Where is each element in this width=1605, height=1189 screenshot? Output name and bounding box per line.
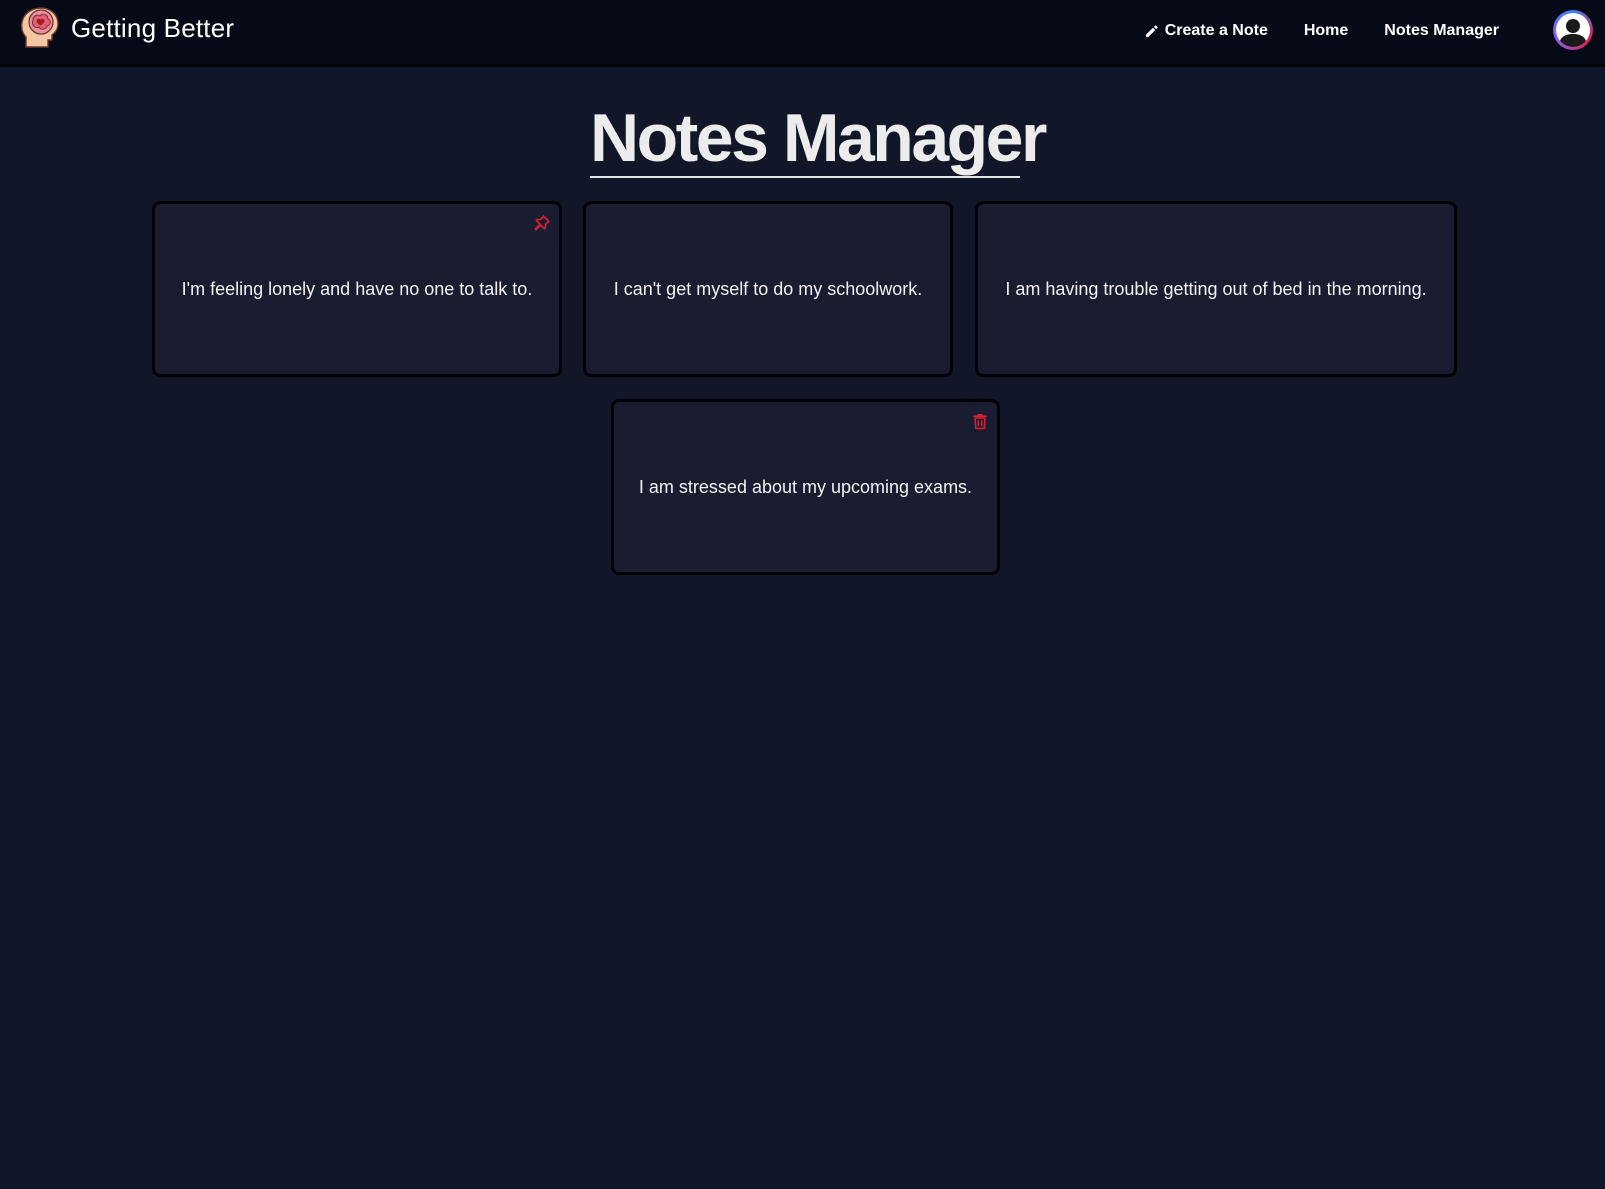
- note-text: I am having trouble getting out of bed i…: [1005, 279, 1427, 299]
- note-text: I'm feeling lonely and have no one to ta…: [181, 279, 533, 299]
- note-card[interactable]: I can't get myself to do my schoolwork.: [583, 201, 953, 377]
- nav-notes-manager-label: Notes Manager: [1384, 22, 1499, 39]
- title-underline: [590, 176, 1020, 178]
- trash-icon[interactable]: [971, 412, 989, 430]
- brand-title: Getting Better: [71, 12, 235, 43]
- page-title: Notes Manager: [590, 100, 1047, 176]
- note-text: I am stressed about my upcoming exams.: [638, 477, 973, 497]
- pin-icon[interactable]: [533, 214, 551, 232]
- nav-create-note-link[interactable]: Create a Note: [1144, 22, 1268, 40]
- nav-home-label: Home: [1303, 22, 1349, 39]
- note-card[interactable]: I am stressed about my upcoming exams.: [611, 399, 1000, 575]
- note-text: I can't get myself to do my schoolwork.: [613, 279, 923, 299]
- user-avatar-button[interactable]: [1553, 10, 1593, 50]
- navbar: Getting Better Create a Note Home Notes …: [0, 0, 1605, 67]
- brain-head-logo-icon: [20, 7, 59, 48]
- nav-notes-manager-link[interactable]: Notes Manager: [1384, 22, 1499, 40]
- nav-create-note-label: Create a Note: [1164, 22, 1268, 39]
- pencil-icon: [1145, 24, 1158, 37]
- nav-links: Create a Note Home Notes Manager: [1144, 18, 1499, 44]
- note-card[interactable]: I am having trouble getting out of bed i…: [975, 201, 1457, 377]
- user-avatar-icon: [1556, 13, 1590, 47]
- nav-home-link[interactable]: Home: [1304, 22, 1348, 40]
- brand[interactable]: Getting Better: [20, 5, 234, 51]
- note-card[interactable]: I'm feeling lonely and have no one to ta…: [152, 201, 562, 377]
